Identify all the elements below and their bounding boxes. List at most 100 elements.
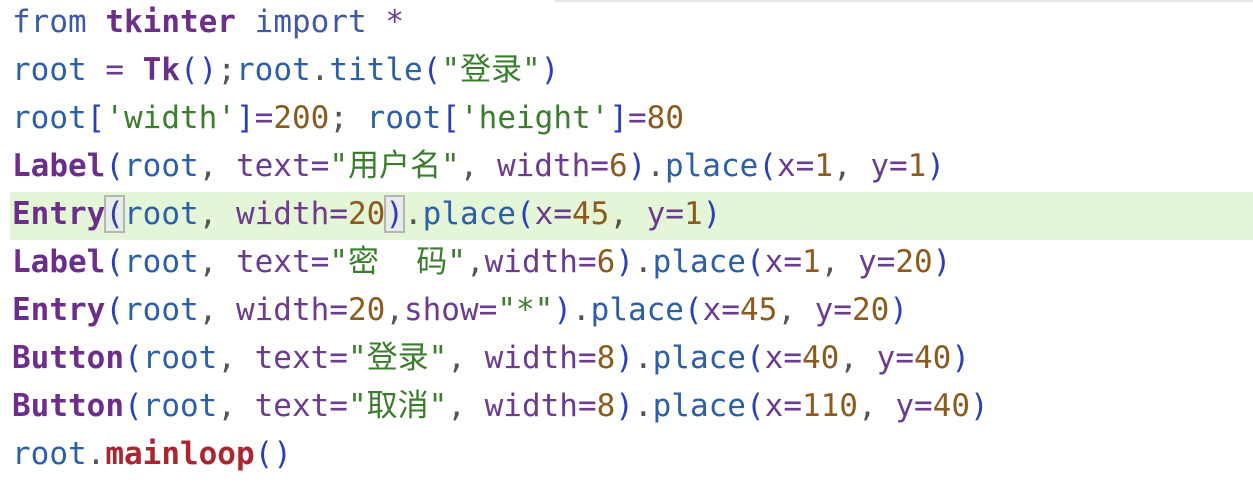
matched-bracket: ( bbox=[104, 195, 125, 233]
code-token: Entry bbox=[12, 196, 106, 232]
code-token: = bbox=[833, 292, 852, 328]
code-token: x bbox=[702, 292, 722, 328]
code-token: root bbox=[12, 100, 87, 136]
code-token: ( bbox=[105, 292, 124, 328]
code-token: ) bbox=[932, 244, 952, 280]
code-token: "用户名" bbox=[329, 148, 460, 184]
code-token: = bbox=[553, 196, 572, 232]
code-token: , bbox=[609, 196, 647, 232]
code-token: = bbox=[889, 148, 908, 184]
code-token: 6 bbox=[608, 148, 628, 184]
code-token: show bbox=[403, 292, 479, 328]
code-token: y bbox=[876, 340, 896, 376]
code-token: import bbox=[254, 4, 367, 40]
code-token: , bbox=[198, 244, 236, 280]
code-token: "*" bbox=[497, 292, 554, 328]
code-token: Button bbox=[12, 340, 124, 376]
code-token: = bbox=[105, 52, 124, 88]
code-token: = bbox=[329, 388, 348, 424]
code-token: "密 码" bbox=[329, 244, 466, 280]
code-token: Label bbox=[12, 244, 106, 280]
code-token: 1 bbox=[907, 148, 927, 184]
code-token: = bbox=[310, 148, 330, 184]
code-token: , bbox=[857, 388, 896, 424]
code-token: = bbox=[783, 388, 802, 424]
code-token: = bbox=[895, 340, 914, 376]
code-token: ( bbox=[515, 196, 535, 232]
code-token: 45 bbox=[740, 292, 778, 328]
code-token: = bbox=[876, 244, 896, 280]
code-token: ( bbox=[745, 244, 765, 280]
code-line[interactable]: root.mainloop() bbox=[0, 432, 1253, 480]
code-token: width bbox=[484, 388, 578, 424]
code-token: = bbox=[627, 100, 647, 136]
code-editor[interactable]: from tkinter import * root = Tk();root.ti… bbox=[0, 0, 1253, 498]
code-token: width bbox=[484, 340, 578, 376]
code-token: place bbox=[652, 244, 746, 280]
code-token: 20 bbox=[347, 196, 386, 232]
code-token: y bbox=[858, 244, 877, 280]
code-token: root bbox=[124, 244, 199, 280]
code-token: , bbox=[465, 244, 485, 280]
code-token: . bbox=[633, 244, 653, 280]
code-token: , bbox=[820, 244, 858, 280]
code-token: 200 bbox=[273, 100, 330, 136]
code-token: () bbox=[254, 436, 292, 472]
code-token: 45 bbox=[572, 196, 610, 232]
code-token: ; bbox=[329, 100, 348, 136]
code-token: = bbox=[577, 388, 597, 424]
code-token: . bbox=[571, 292, 591, 328]
code-token: y bbox=[814, 292, 834, 328]
code-line[interactable]: Entry(root, width=20,show="*").place(x=4… bbox=[0, 288, 1253, 336]
code-token: ( bbox=[123, 388, 143, 424]
code-token: , bbox=[217, 388, 255, 424]
code-token: . bbox=[310, 52, 330, 88]
code-token: = bbox=[329, 292, 348, 328]
code-token: mainloop bbox=[105, 436, 255, 472]
code-line[interactable]: Label(root, text="用户名", width=6).place(x… bbox=[0, 144, 1253, 192]
code-token: ( bbox=[745, 388, 765, 424]
code-token: ( bbox=[123, 340, 143, 376]
code-token: , bbox=[385, 292, 404, 328]
code-token: x bbox=[764, 388, 784, 424]
code-token: , bbox=[839, 340, 877, 376]
code-line[interactable]: Button(root, text="登录", width=8).place(x… bbox=[0, 336, 1253, 384]
code-token: 'width' bbox=[105, 100, 236, 136]
code-line[interactable]: Label(root, text="密 码",width=6).place(x=… bbox=[0, 240, 1253, 288]
code-token: , bbox=[198, 292, 236, 328]
code-line[interactable]: from tkinter import * bbox=[0, 0, 1253, 48]
code-token: root bbox=[236, 52, 311, 88]
code-line[interactable]: root['width']=200; root['height']=80 bbox=[0, 96, 1253, 144]
code-token: ( bbox=[758, 148, 777, 184]
code-token: 40 bbox=[913, 340, 952, 376]
code-token: ) bbox=[553, 292, 572, 328]
code-token: = bbox=[329, 196, 348, 232]
code-token: = bbox=[478, 292, 498, 328]
code-token: 40 bbox=[801, 340, 840, 376]
code-token: = bbox=[310, 244, 330, 280]
code-token: 20 bbox=[347, 292, 386, 328]
code-token: y bbox=[895, 388, 914, 424]
code-token: = bbox=[783, 244, 802, 280]
code-line[interactable]: root = Tk();root.title("登录") bbox=[0, 48, 1253, 96]
code-token: ( bbox=[422, 52, 442, 88]
code-token: . bbox=[403, 196, 423, 232]
code-token: title bbox=[329, 52, 423, 88]
code-token: ] bbox=[609, 100, 628, 136]
code-token: 6 bbox=[596, 244, 616, 280]
code-token: , bbox=[447, 388, 485, 424]
code-token: ) bbox=[889, 292, 908, 328]
code-area[interactable]: from tkinter import * root = Tk();root.ti… bbox=[0, 0, 1253, 480]
code-token: width bbox=[235, 196, 330, 232]
code-line[interactable]: Button(root, text="取消", width=8).place(x… bbox=[0, 384, 1253, 432]
code-token: = bbox=[577, 340, 597, 376]
code-token: from bbox=[12, 4, 87, 40]
code-line-current[interactable]: Entry(root, width=20).place(x=45, y=1) bbox=[10, 192, 1253, 240]
code-token: ) bbox=[540, 52, 560, 88]
matched-bracket: ) bbox=[384, 195, 405, 233]
code-token: . bbox=[86, 436, 106, 472]
code-token: y bbox=[646, 196, 666, 232]
